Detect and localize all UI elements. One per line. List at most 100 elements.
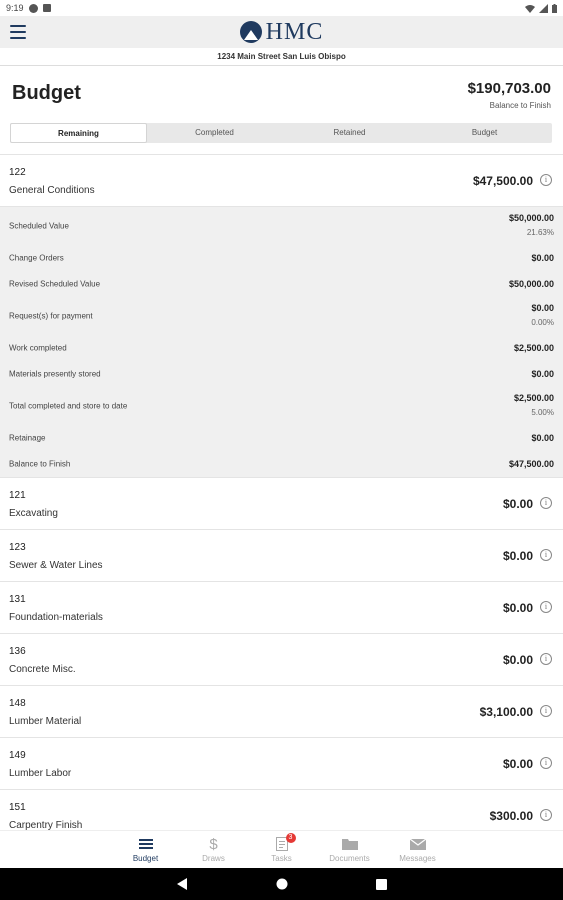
- item-name: Foundation-materials: [9, 612, 103, 623]
- item-name: Sewer & Water Lines: [9, 560, 103, 571]
- logo-text: HMC: [265, 19, 324, 45]
- item-amount: $300.00: [489, 809, 533, 823]
- info-icon[interactable]: i: [540, 705, 552, 717]
- detail-value: $50,000.00: [508, 213, 554, 223]
- segmented-tabs: Remaining Completed Retained Budget: [10, 123, 552, 143]
- item-code: 122: [9, 167, 26, 178]
- item-code: 149: [9, 750, 26, 761]
- detail-value: $50,000.00: [508, 279, 554, 289]
- back-button[interactable]: [172, 874, 192, 894]
- notification-icon: [42, 4, 51, 12]
- mountain-logo-icon: [239, 21, 262, 43]
- budget-item-expanded[interactable]: 122 General Conditions $47,500.00 i: [0, 155, 563, 207]
- app-bar: HMC: [0, 16, 563, 48]
- status-time: 9:19: [6, 3, 24, 13]
- status-left: 9:19: [6, 3, 51, 13]
- info-icon[interactable]: i: [540, 653, 552, 665]
- info-icon[interactable]: i: [540, 809, 552, 821]
- budget-item[interactable]: 151 Carpentry Finish $300.00 i: [0, 790, 563, 830]
- detail-row: Change Orders $0.00: [0, 245, 563, 271]
- app-logo: HMC: [0, 20, 563, 44]
- detail-row: Total completed and store to date $2,500…: [0, 387, 563, 425]
- mail-icon: [409, 837, 426, 851]
- nav-documents[interactable]: Documents: [316, 831, 384, 868]
- tab-budget[interactable]: Budget: [417, 123, 552, 143]
- nav-label: Documents: [329, 854, 370, 863]
- nav-draws[interactable]: $ Draws: [180, 831, 248, 868]
- tasks-badge: 3: [285, 833, 296, 843]
- budget-item[interactable]: 131 Foundation-materials $0.00 i: [0, 582, 563, 634]
- detail-row: Materials presently stored $0.00: [0, 361, 563, 387]
- detail-row: Scheduled Value $50,000.00 21.63%: [0, 207, 563, 245]
- nav-messages[interactable]: Messages: [384, 831, 452, 868]
- recents-button[interactable]: [372, 874, 392, 894]
- total-balance-amount: $190,703.00: [467, 80, 551, 97]
- detail-value: $2,500.00: [513, 343, 554, 353]
- detail-value: $0.00: [531, 303, 554, 313]
- nav-budget[interactable]: Budget: [112, 831, 180, 868]
- folder-icon: [341, 837, 358, 851]
- detail-row: Request(s) for payment $0.00 0.00%: [0, 297, 563, 335]
- item-detail-panel: Scheduled Value $50,000.00 21.63% Change…: [0, 207, 563, 478]
- info-icon[interactable]: i: [540, 757, 552, 769]
- page-title: Budget: [12, 82, 81, 104]
- item-code: 151: [9, 802, 26, 813]
- info-icon[interactable]: i: [540, 549, 552, 561]
- info-icon[interactable]: i: [540, 174, 552, 186]
- budget-item[interactable]: 149 Lumber Labor $0.00 i: [0, 738, 563, 790]
- item-amount: $0.00: [502, 497, 533, 511]
- tab-completed[interactable]: Completed: [147, 123, 282, 143]
- status-right: [525, 3, 557, 13]
- item-amount: $0.00: [502, 653, 533, 667]
- item-amount: $0.00: [502, 601, 533, 615]
- detail-value: $47,500.00: [508, 459, 554, 469]
- budget-header: Budget $190,703.00 Balance to Finish: [0, 66, 563, 122]
- sync-icon: [28, 3, 38, 13]
- budget-item[interactable]: 123 Sewer & Water Lines $0.00 i: [0, 530, 563, 582]
- budget-item[interactable]: 121 Excavating $0.00 i: [0, 478, 563, 530]
- nav-label: Budget: [132, 854, 159, 863]
- bottom-navigation: Budget $ Draws 3 Tasks Documents Message…: [0, 830, 563, 868]
- detail-row: Work completed $2,500.00: [0, 335, 563, 361]
- detail-percent: 5.00%: [531, 408, 554, 417]
- detail-percent: 21.63%: [526, 228, 554, 237]
- info-icon[interactable]: i: [540, 497, 552, 509]
- budget-list[interactable]: 122 General Conditions $47,500.00 i Sche…: [0, 154, 563, 830]
- nav-label: Messages: [399, 854, 436, 863]
- detail-value: $0.00: [531, 253, 554, 263]
- home-circle-icon: [276, 878, 287, 890]
- item-name: Concrete Misc.: [9, 664, 76, 675]
- detail-percent: 0.00%: [531, 318, 554, 327]
- detail-label: Materials presently stored: [9, 369, 101, 379]
- detail-label: Retainage: [9, 433, 46, 443]
- project-address: 1234 Main Street San Luis Obispo: [0, 48, 563, 66]
- system-navigation-bar: [0, 868, 563, 900]
- tab-remaining[interactable]: Remaining: [10, 123, 147, 143]
- item-code: 136: [9, 646, 26, 657]
- detail-row: Balance to Finish $47,500.00: [0, 451, 563, 477]
- item-code: 131: [9, 594, 26, 605]
- detail-label: Request(s) for payment: [9, 311, 93, 321]
- detail-row: Retainage $0.00: [0, 425, 563, 451]
- info-icon[interactable]: i: [540, 601, 552, 613]
- detail-label: Revised Scheduled Value: [9, 279, 101, 289]
- detail-label: Balance to Finish: [9, 459, 71, 469]
- item-name: Lumber Labor: [9, 768, 72, 779]
- detail-label: Total completed and store to date: [9, 401, 128, 411]
- item-name: Carpentry Finish: [9, 820, 83, 830]
- list-icon: [138, 837, 153, 851]
- status-bar: 9:19: [0, 0, 563, 16]
- budget-item[interactable]: 136 Concrete Misc. $0.00 i: [0, 634, 563, 686]
- detail-label: Scheduled Value: [9, 221, 69, 231]
- item-amount: $3,100.00: [479, 705, 533, 719]
- tab-retained[interactable]: Retained: [282, 123, 417, 143]
- item-code: 123: [9, 542, 26, 553]
- nav-tasks[interactable]: 3 Tasks: [248, 831, 316, 868]
- dollar-icon: $: [209, 835, 218, 853]
- item-amount: $47,500.00: [472, 174, 533, 188]
- budget-item[interactable]: 148 Lumber Material $3,100.00 i: [0, 686, 563, 738]
- item-name: Excavating: [9, 508, 58, 519]
- nav-label: Draws: [202, 854, 225, 863]
- detail-value: $0.00: [531, 369, 554, 379]
- home-button[interactable]: [272, 874, 292, 894]
